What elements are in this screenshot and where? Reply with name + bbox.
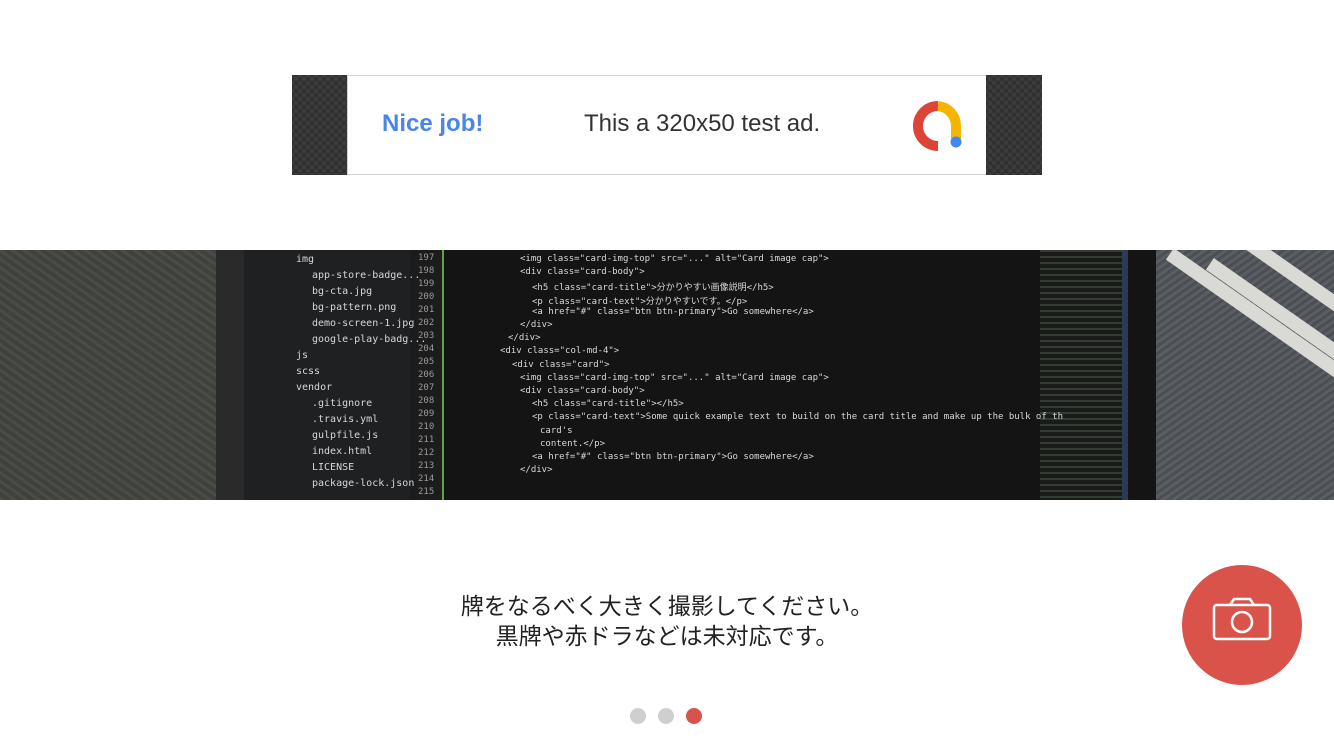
- camera-icon: [1212, 597, 1272, 641]
- camera-capture-button[interactable]: [1182, 565, 1302, 685]
- file-tree-item: demo-screen-1.jpg: [312, 318, 415, 329]
- code-line: <p class="card-text">Some quick example …: [532, 412, 1064, 423]
- line-number: 202: [418, 318, 435, 328]
- code-line: <a href="#" class="btn btn-primary">Go s…: [532, 306, 814, 317]
- line-number: 209: [418, 409, 435, 419]
- file-tree-item: .gitignore: [312, 398, 373, 409]
- code-line: <p class="card-text">分かりやすいです。</p>: [532, 296, 748, 307]
- line-number: 208: [418, 396, 435, 406]
- line-number: 207: [418, 383, 435, 393]
- file-tree-item: vendor: [296, 382, 333, 393]
- camera-preview-image: img app-store-badge... bg-cta.jpg bg-patter…: [0, 250, 1334, 500]
- code-line: <img class="card-img-top" src="..." alt=…: [520, 372, 829, 383]
- code-line: <div class="card">: [512, 359, 610, 370]
- instruction-line-2: 黒牌や赤ドラなどは未対応です。: [495, 624, 839, 650]
- code-line: <div class="card-body">: [520, 267, 645, 278]
- file-tree-item: package-lock.json: [312, 478, 415, 489]
- ad-side-pattern-left: [292, 75, 348, 175]
- line-number: 210: [418, 422, 435, 432]
- ad-headline: Nice job!: [382, 110, 484, 137]
- code-line: <div class="card-body">: [520, 386, 645, 396]
- page-dot[interactable]: [630, 708, 646, 724]
- code-line: card's: [540, 425, 573, 436]
- file-tree-item: img: [296, 254, 315, 265]
- line-number: 197: [418, 253, 435, 263]
- line-number: 200: [418, 292, 435, 302]
- file-tree-item: gulpfile.js: [312, 430, 379, 441]
- line-number: 204: [418, 344, 435, 354]
- file-tree-item: scss: [296, 366, 321, 377]
- file-tree-item: LICENSE: [312, 462, 355, 473]
- code-line: </div>: [508, 333, 541, 344]
- file-tree-item: bg-pattern.png: [312, 302, 397, 313]
- line-number: 203: [418, 331, 435, 341]
- line-number: 205: [418, 357, 435, 367]
- code-line: <h5 class="card-title">分かりやすい画像説明</h5>: [532, 283, 774, 294]
- code-line: <h5 class="card-title"></h5>: [532, 399, 684, 410]
- ad-banner[interactable]: Nice job! This a 320x50 test ad.: [292, 75, 1042, 175]
- ad-side-pattern-right: [986, 75, 1042, 175]
- file-tree-item: google-play-badg...: [312, 334, 427, 345]
- line-number: 211: [418, 435, 435, 445]
- code-line: </div>: [520, 320, 553, 330]
- line-number: 199: [418, 279, 435, 289]
- code-line: <a href="#" class="btn btn-primary">Go s…: [532, 452, 814, 462]
- instruction-text: 牌をなるべく大きく撮影してください。 黒牌や赤ドラなどは未対応です。: [0, 592, 1334, 652]
- file-tree-item: app-store-badge...: [312, 270, 421, 281]
- file-tree-item: index.html: [312, 446, 373, 457]
- file-tree-item: js: [296, 350, 309, 361]
- line-number: 206: [418, 370, 435, 380]
- line-number: 215: [418, 487, 435, 497]
- code-line: content.</p>: [540, 438, 606, 449]
- instruction-line-1: 牌をなるべく大きく撮影してください。: [460, 594, 874, 620]
- line-number: 198: [418, 266, 435, 276]
- line-number: 213: [418, 461, 435, 471]
- file-tree-item: bg-cta.jpg: [312, 286, 373, 297]
- ad-content[interactable]: Nice job! This a 320x50 test ad.: [347, 75, 987, 175]
- code-line: <div class="col-md-4">: [500, 346, 620, 357]
- admob-logo-icon: [913, 101, 962, 151]
- ad-body-text: This a 320x50 test ad.: [584, 110, 821, 137]
- page-indicator: [630, 708, 710, 724]
- line-number: 214: [418, 474, 435, 484]
- page-dot[interactable]: [686, 708, 702, 724]
- page-dot[interactable]: [658, 708, 674, 724]
- line-number: 201: [418, 305, 435, 315]
- code-line: </div>: [520, 465, 553, 476]
- code-line: <img class="card-img-top" src="..." alt=…: [520, 254, 829, 264]
- file-tree-item: .travis.yml: [312, 414, 379, 425]
- line-number: 212: [418, 448, 435, 458]
